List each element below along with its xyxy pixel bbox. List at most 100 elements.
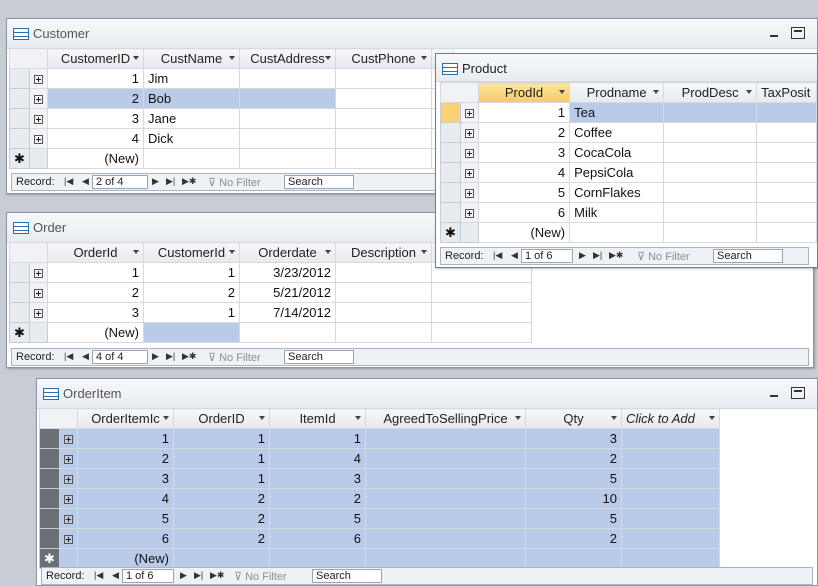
cell[interactable]: 1	[269, 428, 366, 449]
cell[interactable]	[143, 148, 240, 169]
cell[interactable]	[756, 222, 817, 243]
select-all-corner[interactable]	[9, 48, 48, 69]
select-all-corner[interactable]	[39, 408, 78, 429]
cell[interactable]: 5	[477, 182, 571, 203]
cell[interactable]	[663, 222, 758, 243]
cell[interactable]: Coffee	[569, 122, 665, 143]
table-row[interactable]: 6 Milk	[440, 202, 817, 223]
cell[interactable]	[756, 122, 817, 143]
cell[interactable]: 1	[173, 428, 270, 449]
cell[interactable]	[569, 222, 665, 243]
customer-titlebar[interactable]: Customer	[7, 19, 817, 49]
no-filter-button[interactable]: ⊽ No Filter	[208, 351, 261, 364]
cell[interactable]: 3/23/2012	[239, 262, 336, 283]
cell[interactable]: Tea	[569, 102, 665, 123]
first-record-icon[interactable]: |◀	[64, 176, 73, 187]
table-row[interactable]: 2 1 4 2	[39, 448, 720, 469]
cell[interactable]	[621, 508, 720, 529]
cell[interactable]: 1	[143, 302, 240, 323]
row-selector[interactable]	[440, 102, 461, 123]
column-header[interactable]: ProdId	[477, 82, 571, 103]
cell[interactable]: 5	[525, 468, 622, 489]
select-all-corner[interactable]	[9, 242, 48, 263]
cell[interactable]: (New)	[47, 148, 144, 169]
new-record-nav-icon[interactable]: ▶✱	[182, 351, 196, 362]
expand-toggle[interactable]	[459, 182, 479, 203]
column-header[interactable]: Description	[335, 242, 432, 263]
restore-icon[interactable]	[791, 27, 805, 39]
table-row[interactable]: 3 1 7/14/2012	[9, 302, 532, 323]
cell[interactable]	[756, 102, 817, 123]
search-input[interactable]: Search	[284, 175, 354, 189]
cell[interactable]: PepsiCola	[569, 162, 665, 183]
search-input[interactable]: Search	[713, 249, 783, 263]
cell[interactable]	[365, 528, 526, 549]
cell[interactable]: 2	[477, 122, 571, 143]
cell[interactable]	[663, 142, 758, 163]
row-selector[interactable]	[440, 142, 461, 163]
cell[interactable]	[173, 548, 270, 569]
first-record-icon[interactable]: |◀	[94, 570, 103, 581]
prev-record-icon[interactable]: ◀	[511, 250, 518, 261]
cell[interactable]: 1	[173, 468, 270, 489]
cell[interactable]	[335, 128, 432, 149]
column-header[interactable]: TaxPosit	[756, 82, 817, 103]
row-selector[interactable]	[39, 448, 60, 469]
last-record-icon[interactable]: ▶|	[166, 176, 175, 187]
cell[interactable]: 3	[477, 142, 571, 163]
column-header[interactable]: OrderItemIc	[77, 408, 174, 429]
cell[interactable]	[365, 548, 526, 569]
cell[interactable]: 2	[47, 88, 144, 109]
column-header[interactable]: OrderId	[47, 242, 144, 263]
cell[interactable]: 2	[173, 488, 270, 509]
expand-toggle[interactable]	[29, 282, 48, 303]
cell[interactable]	[621, 548, 720, 569]
expand-toggle[interactable]	[459, 102, 479, 123]
cell[interactable]: 4	[477, 162, 571, 183]
row-selector[interactable]	[39, 488, 60, 509]
new-record-row[interactable]: ✱ (New)	[39, 548, 720, 569]
first-record-icon[interactable]: |◀	[64, 351, 73, 362]
cell[interactable]	[621, 468, 720, 489]
column-header[interactable]: CustomerId	[143, 242, 240, 263]
column-header[interactable]: OrderID	[173, 408, 270, 429]
new-record-nav-icon[interactable]: ▶✱	[609, 250, 623, 261]
cell[interactable]	[756, 162, 817, 183]
expand-toggle[interactable]	[29, 68, 48, 89]
dropdown-icon[interactable]	[259, 416, 265, 420]
cell[interactable]: 2	[143, 282, 240, 303]
last-record-icon[interactable]: ▶|	[166, 351, 175, 362]
cell[interactable]	[365, 488, 526, 509]
restore-icon[interactable]	[791, 387, 805, 399]
new-record-nav-icon[interactable]: ▶✱	[210, 570, 224, 581]
cell[interactable]: 3	[47, 302, 144, 323]
dropdown-icon[interactable]	[611, 416, 617, 420]
cell[interactable]: 5/21/2012	[239, 282, 336, 303]
cell[interactable]	[621, 448, 720, 469]
cell[interactable]: Milk	[569, 202, 665, 223]
cell[interactable]: 4	[269, 448, 366, 469]
row-selector[interactable]	[9, 128, 30, 149]
dropdown-icon[interactable]	[163, 416, 169, 420]
select-all-corner[interactable]	[440, 82, 479, 103]
cell[interactable]: 1	[143, 262, 240, 283]
dropdown-icon[interactable]	[746, 90, 753, 94]
cell[interactable]: 4	[47, 128, 144, 149]
cell[interactable]: Dick	[143, 128, 240, 149]
no-filter-button[interactable]: ⊽ No Filter	[208, 176, 261, 189]
cell[interactable]: 1	[77, 428, 174, 449]
dropdown-icon[interactable]	[355, 416, 361, 420]
cell[interactable]: 6	[77, 528, 174, 549]
dropdown-icon[interactable]	[421, 250, 427, 254]
expand-toggle[interactable]	[459, 202, 479, 223]
cell[interactable]	[663, 182, 758, 203]
cell[interactable]	[239, 148, 336, 169]
dropdown-icon[interactable]	[229, 56, 235, 60]
cell[interactable]: (New)	[77, 548, 174, 569]
cell[interactable]: 5	[269, 508, 366, 529]
cell[interactable]	[621, 528, 720, 549]
next-record-icon[interactable]: ▶	[180, 570, 187, 581]
cell[interactable]	[756, 202, 817, 223]
cell[interactable]: Jane	[143, 108, 240, 129]
expand-toggle[interactable]	[59, 508, 78, 529]
